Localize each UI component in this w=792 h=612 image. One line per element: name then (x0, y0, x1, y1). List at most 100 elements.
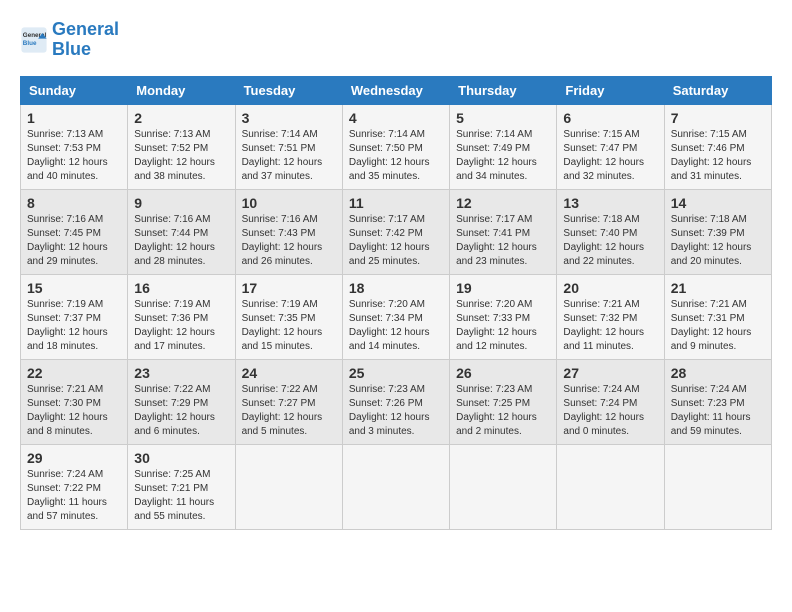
weekday-header-tuesday: Tuesday (235, 76, 342, 104)
day-info: Sunrise: 7:24 AM Sunset: 7:23 PM Dayligh… (671, 383, 765, 439)
day-number: 5 (456, 110, 550, 126)
day-number: 12 (456, 195, 550, 211)
day-info: Sunrise: 7:19 AM Sunset: 7:35 PM Dayligh… (242, 298, 336, 354)
calendar-cell: 27 Sunrise: 7:24 AM Sunset: 7:24 PM Dayli… (557, 359, 664, 444)
calendar-cell: 1Sunrise: 7:13 AM Sunset: 7:53 PM Daylig… (21, 104, 128, 189)
calendar-cell: 18 Sunrise: 7:20 AM Sunset: 7:34 PM Dayli… (342, 274, 449, 359)
day-info: Sunrise: 7:13 AM Sunset: 7:53 PM Dayligh… (27, 128, 121, 184)
day-info: Sunrise: 7:25 AM Sunset: 7:21 PM Dayligh… (134, 468, 228, 524)
calendar-cell: 24 Sunrise: 7:22 AM Sunset: 7:27 PM Dayli… (235, 359, 342, 444)
weekday-header-row: SundayMondayTuesdayWednesdayThursdayFrid… (21, 76, 772, 104)
day-info: Sunrise: 7:24 AM Sunset: 7:22 PM Dayligh… (27, 468, 121, 524)
day-info: Sunrise: 7:24 AM Sunset: 7:24 PM Dayligh… (563, 383, 657, 439)
weekday-header-sunday: Sunday (21, 76, 128, 104)
day-info: Sunrise: 7:19 AM Sunset: 7:37 PM Dayligh… (27, 298, 121, 354)
day-info: Sunrise: 7:14 AM Sunset: 7:51 PM Dayligh… (242, 128, 336, 184)
day-number: 2 (134, 110, 228, 126)
calendar-cell: 21 Sunrise: 7:21 AM Sunset: 7:31 PM Dayli… (664, 274, 771, 359)
calendar-cell: 4 Sunrise: 7:14 AM Sunset: 7:50 PM Daylig… (342, 104, 449, 189)
calendar-cell (664, 444, 771, 529)
day-number: 6 (563, 110, 657, 126)
day-number: 3 (242, 110, 336, 126)
calendar-cell: 28 Sunrise: 7:24 AM Sunset: 7:23 PM Dayli… (664, 359, 771, 444)
day-number: 19 (456, 280, 550, 296)
calendar-cell: 9 Sunrise: 7:16 AM Sunset: 7:44 PM Daylig… (128, 189, 235, 274)
day-info: Sunrise: 7:18 AM Sunset: 7:39 PM Dayligh… (671, 213, 765, 269)
day-info: Sunrise: 7:17 AM Sunset: 7:42 PM Dayligh… (349, 213, 443, 269)
calendar-cell (557, 444, 664, 529)
calendar-cell: 16 Sunrise: 7:19 AM Sunset: 7:36 PM Dayli… (128, 274, 235, 359)
calendar-cell: 10 Sunrise: 7:16 AM Sunset: 7:43 PM Dayli… (235, 189, 342, 274)
calendar-cell: 3 Sunrise: 7:14 AM Sunset: 7:51 PM Daylig… (235, 104, 342, 189)
logo: General Blue GeneralBlue (20, 20, 119, 60)
day-info: Sunrise: 7:16 AM Sunset: 7:44 PM Dayligh… (134, 213, 228, 269)
day-number: 18 (349, 280, 443, 296)
calendar-week-1: 1Sunrise: 7:13 AM Sunset: 7:53 PM Daylig… (21, 104, 772, 189)
day-info: Sunrise: 7:13 AM Sunset: 7:52 PM Dayligh… (134, 128, 228, 184)
day-number: 30 (134, 450, 228, 466)
calendar-cell (450, 444, 557, 529)
day-info: Sunrise: 7:22 AM Sunset: 7:29 PM Dayligh… (134, 383, 228, 439)
calendar-cell: 2 Sunrise: 7:13 AM Sunset: 7:52 PM Daylig… (128, 104, 235, 189)
day-number: 16 (134, 280, 228, 296)
calendar-cell: 12 Sunrise: 7:17 AM Sunset: 7:41 PM Dayli… (450, 189, 557, 274)
calendar-cell: 5 Sunrise: 7:14 AM Sunset: 7:49 PM Daylig… (450, 104, 557, 189)
svg-text:Blue: Blue (23, 40, 37, 47)
calendar-week-3: 15Sunrise: 7:19 AM Sunset: 7:37 PM Dayli… (21, 274, 772, 359)
day-info: Sunrise: 7:22 AM Sunset: 7:27 PM Dayligh… (242, 383, 336, 439)
day-info: Sunrise: 7:16 AM Sunset: 7:45 PM Dayligh… (27, 213, 121, 269)
day-number: 22 (27, 365, 121, 381)
calendar-week-4: 22 Sunrise: 7:21 AM Sunset: 7:30 PM Dayli… (21, 359, 772, 444)
weekday-header-wednesday: Wednesday (342, 76, 449, 104)
day-info: Sunrise: 7:17 AM Sunset: 7:41 PM Dayligh… (456, 213, 550, 269)
day-number: 11 (349, 195, 443, 211)
day-number: 28 (671, 365, 765, 381)
calendar-cell: 11 Sunrise: 7:17 AM Sunset: 7:42 PM Dayli… (342, 189, 449, 274)
day-number: 23 (134, 365, 228, 381)
day-info: Sunrise: 7:15 AM Sunset: 7:46 PM Dayligh… (671, 128, 765, 184)
calendar-cell (235, 444, 342, 529)
day-info: Sunrise: 7:20 AM Sunset: 7:34 PM Dayligh… (349, 298, 443, 354)
day-info: Sunrise: 7:19 AM Sunset: 7:36 PM Dayligh… (134, 298, 228, 354)
day-info: Sunrise: 7:15 AM Sunset: 7:47 PM Dayligh… (563, 128, 657, 184)
day-number: 4 (349, 110, 443, 126)
calendar-cell: 15Sunrise: 7:19 AM Sunset: 7:37 PM Dayli… (21, 274, 128, 359)
weekday-header-thursday: Thursday (450, 76, 557, 104)
calendar-cell: 19 Sunrise: 7:20 AM Sunset: 7:33 PM Dayli… (450, 274, 557, 359)
day-number: 7 (671, 110, 765, 126)
day-number: 24 (242, 365, 336, 381)
calendar-cell: 29 Sunrise: 7:24 AM Sunset: 7:22 PM Dayli… (21, 444, 128, 529)
weekday-header-friday: Friday (557, 76, 664, 104)
calendar-cell: 6 Sunrise: 7:15 AM Sunset: 7:47 PM Daylig… (557, 104, 664, 189)
day-number: 10 (242, 195, 336, 211)
day-info: Sunrise: 7:21 AM Sunset: 7:30 PM Dayligh… (27, 383, 121, 439)
calendar-cell: 13Sunrise: 7:18 AM Sunset: 7:40 PM Dayli… (557, 189, 664, 274)
calendar-cell (342, 444, 449, 529)
day-number: 8 (27, 195, 121, 211)
day-info: Sunrise: 7:16 AM Sunset: 7:43 PM Dayligh… (242, 213, 336, 269)
calendar-cell: 25Sunrise: 7:23 AM Sunset: 7:26 PM Dayli… (342, 359, 449, 444)
day-number: 27 (563, 365, 657, 381)
calendar-cell: 22 Sunrise: 7:21 AM Sunset: 7:30 PM Dayli… (21, 359, 128, 444)
day-number: 29 (27, 450, 121, 466)
calendar-cell: 14 Sunrise: 7:18 AM Sunset: 7:39 PM Dayli… (664, 189, 771, 274)
day-info: Sunrise: 7:20 AM Sunset: 7:33 PM Dayligh… (456, 298, 550, 354)
calendar-cell: 30 Sunrise: 7:25 AM Sunset: 7:21 PM Dayli… (128, 444, 235, 529)
day-number: 20 (563, 280, 657, 296)
calendar-cell: 8 Sunrise: 7:16 AM Sunset: 7:45 PM Daylig… (21, 189, 128, 274)
day-number: 26 (456, 365, 550, 381)
calendar-cell: 23 Sunrise: 7:22 AM Sunset: 7:29 PM Dayli… (128, 359, 235, 444)
weekday-header-monday: Monday (128, 76, 235, 104)
day-info: Sunrise: 7:21 AM Sunset: 7:31 PM Dayligh… (671, 298, 765, 354)
day-info: Sunrise: 7:18 AM Sunset: 7:40 PM Dayligh… (563, 213, 657, 269)
weekday-header-saturday: Saturday (664, 76, 771, 104)
calendar-cell: 20 Sunrise: 7:21 AM Sunset: 7:32 PM Dayli… (557, 274, 664, 359)
day-info: Sunrise: 7:21 AM Sunset: 7:32 PM Dayligh… (563, 298, 657, 354)
day-info: Sunrise: 7:14 AM Sunset: 7:50 PM Dayligh… (349, 128, 443, 184)
day-number: 14 (671, 195, 765, 211)
calendar-week-2: 8 Sunrise: 7:16 AM Sunset: 7:45 PM Daylig… (21, 189, 772, 274)
day-number: 21 (671, 280, 765, 296)
day-number: 9 (134, 195, 228, 211)
day-info: Sunrise: 7:14 AM Sunset: 7:49 PM Dayligh… (456, 128, 550, 184)
calendar-table: SundayMondayTuesdayWednesdayThursdayFrid… (20, 76, 772, 530)
